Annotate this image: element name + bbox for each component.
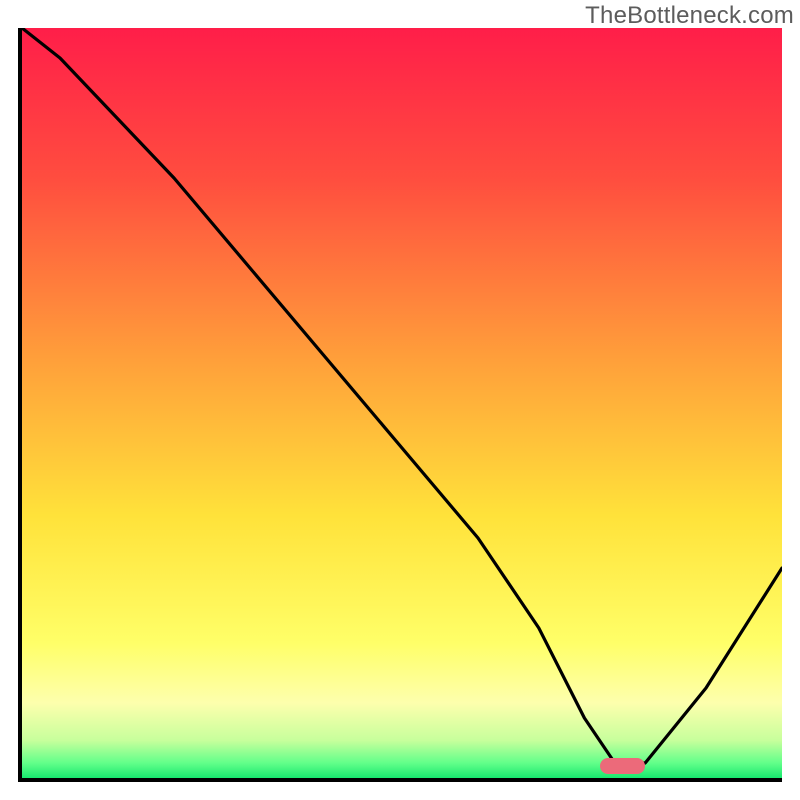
plot-area bbox=[18, 28, 782, 782]
watermark-text: TheBottleneck.com bbox=[585, 2, 794, 30]
optimal-range-marker bbox=[600, 758, 646, 774]
bottleneck-curve-line bbox=[22, 28, 782, 778]
chart-canvas: TheBottleneck.com bbox=[0, 0, 800, 800]
